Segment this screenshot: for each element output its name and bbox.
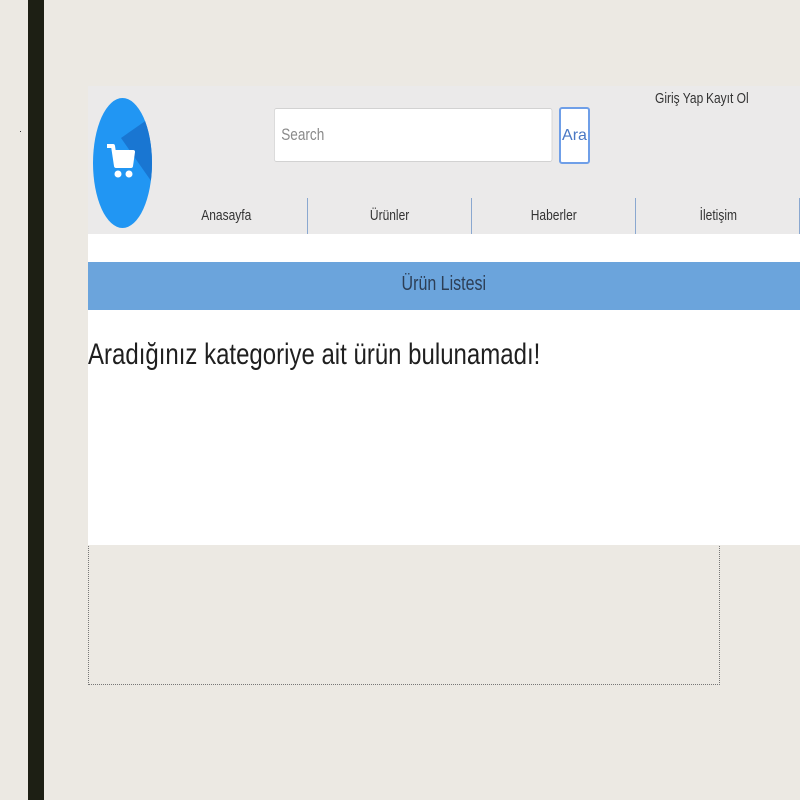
nav-item-label: İletişim bbox=[699, 207, 737, 224]
empty-results-message: Aradığınız kategoriye ait ürün bulunamad… bbox=[88, 338, 541, 371]
site-header: Ara Giriş Yap Kayıt Ol Anasayfa Ürünler … bbox=[88, 86, 800, 234]
product-list-title: Ürün Listesi bbox=[401, 273, 487, 295]
nav-item-news[interactable]: Haberler bbox=[472, 198, 636, 234]
nav-item-label: Ürünler bbox=[370, 207, 410, 224]
nav-item-home[interactable]: Anasayfa bbox=[144, 198, 308, 234]
shopping-cart-icon bbox=[107, 144, 135, 178]
left-frame-bar bbox=[28, 0, 44, 800]
nav-item-products[interactable]: Ürünler bbox=[308, 198, 472, 234]
product-list-header: Ürün Listesi bbox=[88, 262, 800, 310]
nav-item-label: Anasayfa bbox=[200, 207, 252, 224]
login-link[interactable]: Giriş Yap bbox=[655, 90, 703, 107]
search-input[interactable] bbox=[274, 108, 553, 162]
dotted-container bbox=[88, 540, 720, 685]
site-window: Ara Giriş Yap Kayıt Ol Anasayfa Ürünler … bbox=[88, 86, 800, 545]
main-nav: Anasayfa Ürünler Haberler İletişim bbox=[144, 198, 800, 234]
stray-dot bbox=[20, 131, 21, 132]
register-link[interactable]: Kayıt Ol bbox=[706, 90, 749, 107]
nav-item-label: Haberler bbox=[530, 207, 578, 224]
nav-item-contact[interactable]: İletişim bbox=[636, 198, 800, 234]
search-button[interactable]: Ara bbox=[559, 107, 590, 164]
